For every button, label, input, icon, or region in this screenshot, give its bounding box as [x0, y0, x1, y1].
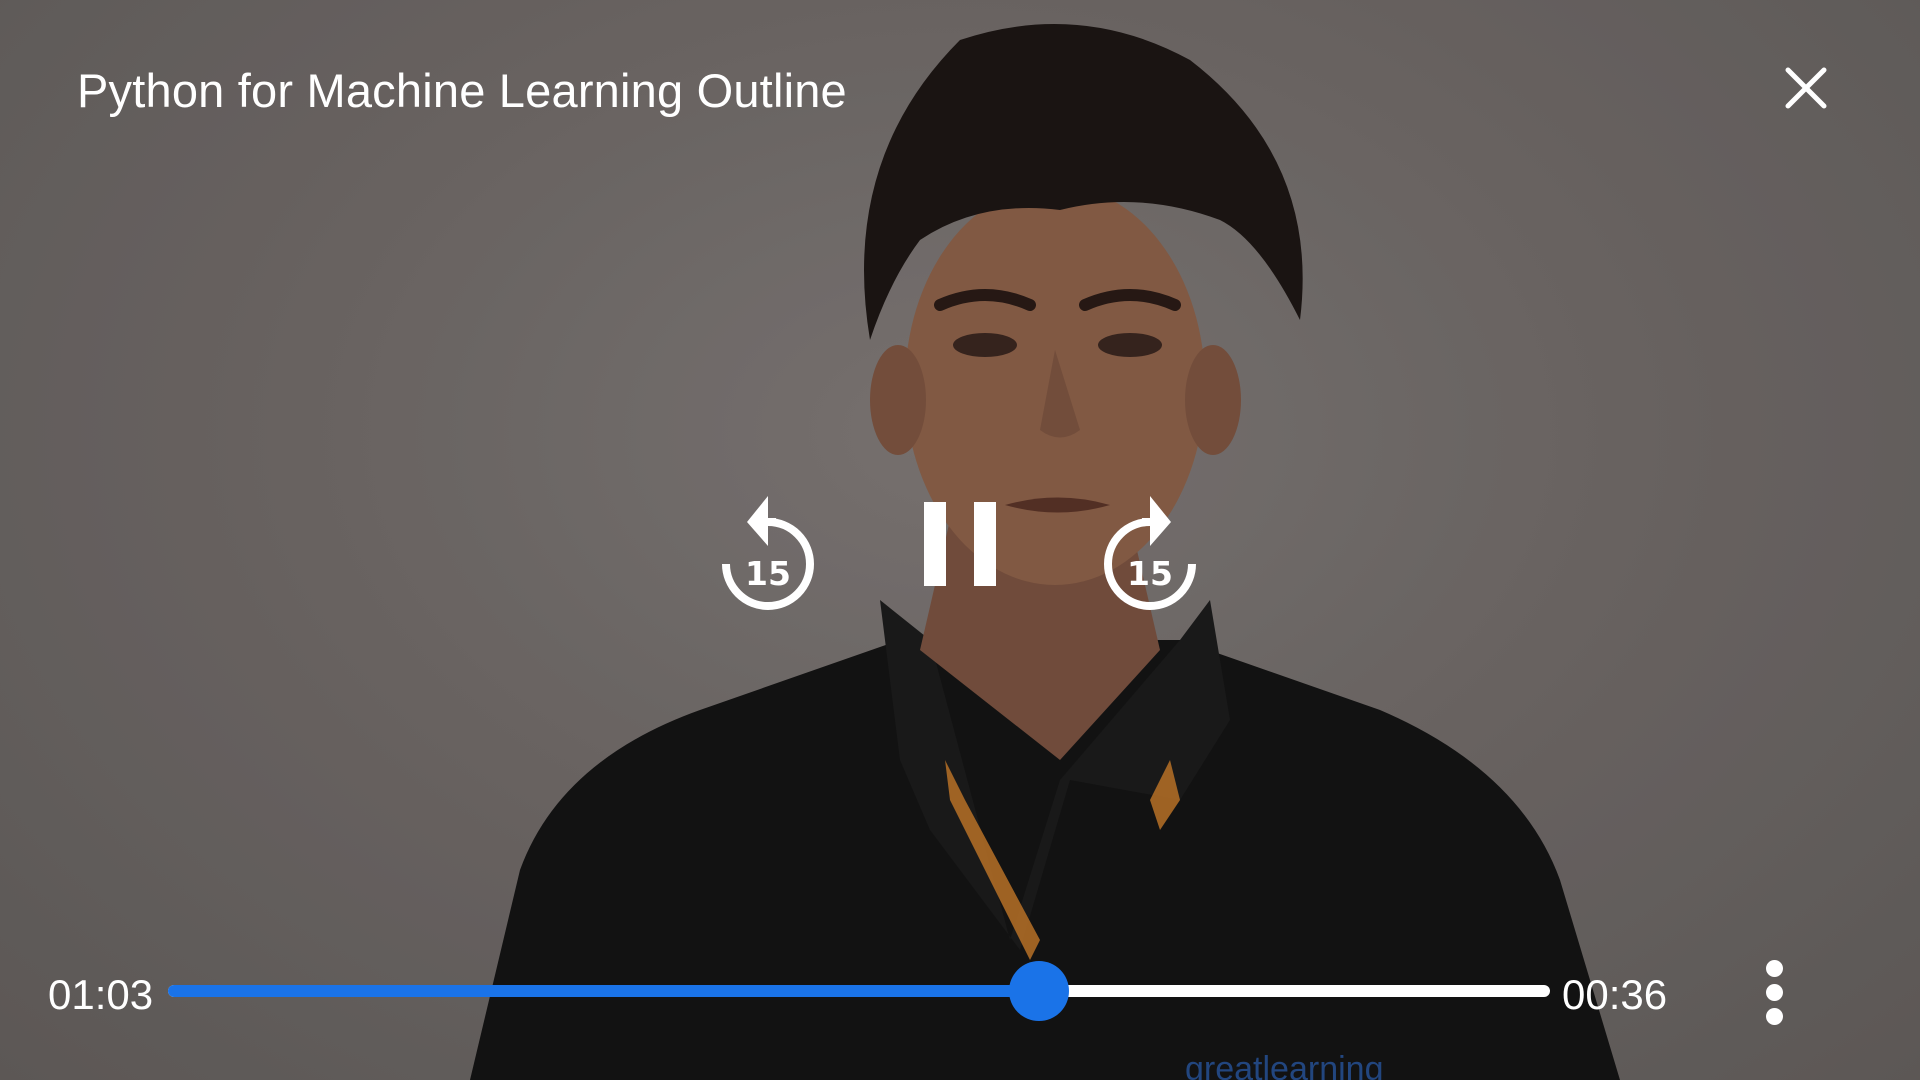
rewind-15-button[interactable]: 15	[715, 482, 821, 610]
seek-bar[interactable]	[168, 961, 1550, 1021]
remaining-time: 00:36	[1562, 971, 1668, 1018]
forward-seconds-label: 15	[1127, 554, 1173, 593]
close-icon	[1785, 67, 1827, 109]
pause-button[interactable]	[920, 500, 1000, 590]
playback-controls: 15 15	[0, 470, 1920, 620]
seek-progress-fill	[168, 985, 1039, 997]
pause-icon	[924, 502, 996, 586]
rewind-seconds-label: 15	[745, 554, 791, 593]
seek-thumb[interactable]	[1008, 961, 1069, 1021]
elapsed-time: 01:03	[48, 971, 154, 1018]
close-button[interactable]	[1780, 62, 1832, 114]
forward-15-button[interactable]: 15	[1097, 482, 1203, 610]
video-player[interactable]: greatlearning Python for Machine Learnin…	[0, 0, 1920, 1080]
more-options-button[interactable]	[1756, 958, 1796, 1028]
video-title: Python for Machine Learning Outline	[77, 64, 847, 117]
